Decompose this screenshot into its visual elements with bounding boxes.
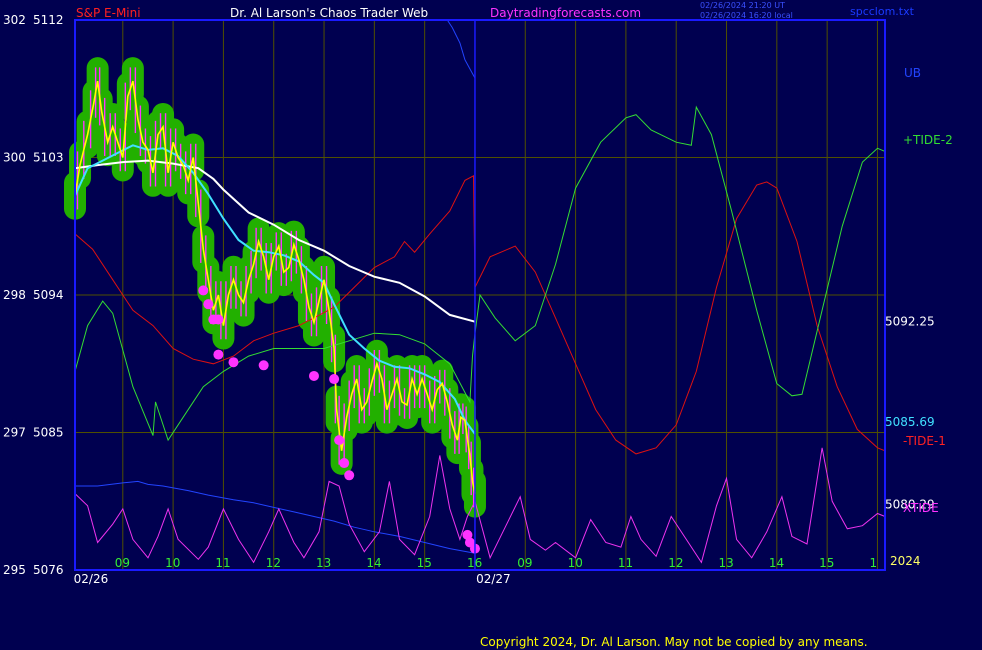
x-tick-10: 11 (618, 556, 633, 570)
pivot-dot-5 (228, 357, 239, 368)
pivot-dot-3 (213, 314, 224, 325)
x-tick-12: 13 (719, 556, 734, 570)
chart-canvas: 302 5112 300 5103 298 5094 297 5085 295 5076 09 10 1… (3, 13, 935, 586)
x-tick-11: 12 (668, 556, 683, 570)
site-title: Dr. Al Larson's Chaos Trader Web (230, 6, 429, 20)
x-tick-15: 1 (869, 556, 877, 570)
legend-tide2: +TIDE-2 (903, 133, 953, 147)
x-tick-8: 09 (517, 556, 532, 570)
x-tick-0: 09 (115, 556, 130, 570)
x-tick-5: 14 (366, 556, 381, 570)
price-band (64, 57, 486, 518)
timestamp-ut: 02/26/2024 21:20 UT (700, 1, 785, 10)
year-label: 2024 (890, 554, 921, 568)
x-tick-4: 13 (316, 556, 331, 570)
x-tick-2: 11 (215, 556, 230, 570)
x-tick-9: 10 (568, 556, 583, 570)
chart-window: 302 5112 300 5103 298 5094 297 5085 295 5076 09 10 1… (0, 0, 982, 650)
pivot-dot-11 (344, 470, 355, 481)
pivot-dot-6 (258, 360, 269, 371)
date-label-0: 02/26 (74, 572, 109, 586)
pivot-dot-4 (213, 349, 224, 360)
y-tick-tide-2: 298 (3, 288, 26, 302)
date-label-1: 02/27 (476, 572, 511, 586)
data-file-name: spcclom.txt (850, 5, 914, 18)
copyright: Copyright 2024, Dr. Al Larson. May not b… (480, 635, 868, 649)
legend-tide1: -TIDE-1 (903, 434, 946, 448)
y-tick-price-1: 5103 (33, 151, 64, 165)
y-tick-price-4: 5076 (33, 563, 64, 577)
y-tick-price-0: 5112 (33, 13, 64, 27)
legend-ub: UB (904, 66, 922, 80)
x-tick-3: 12 (266, 556, 281, 570)
right-value-0: 5092.25 (885, 315, 935, 329)
pivot-dot-0 (198, 285, 209, 296)
y-tick-price-2: 5094 (33, 288, 64, 302)
y-tick-tide-4: 295 (3, 563, 26, 577)
x-tick-6: 15 (417, 556, 432, 570)
pivot-dot-1 (203, 299, 214, 310)
pivot-dot-7 (308, 370, 319, 381)
y-tick-tide-3: 297 (3, 426, 26, 440)
legend-xtide: XTIDE (903, 501, 939, 515)
x-tick-14: 15 (819, 556, 834, 570)
pivot-dot-8 (329, 374, 340, 385)
pivot-dot-10 (339, 458, 350, 469)
y-tick-tide-1: 300 (3, 151, 26, 165)
x-tick-13: 14 (769, 556, 784, 570)
site-url[interactable]: Daytradingforecasts.com (490, 6, 641, 20)
y-tick-price-3: 5085 (33, 426, 64, 440)
right-value-1: 5085.69 (885, 415, 935, 429)
pivot-dot-9 (334, 435, 345, 446)
ub-line-upper (446, 19, 476, 79)
y-tick-tide-0: 302 (3, 13, 26, 27)
timestamp-local: 02/26/2024 16:20 local (700, 11, 793, 20)
x-tick-7: 16 (467, 556, 482, 570)
instrument-title: S&P E-Mini (76, 6, 141, 20)
x-tick-1: 10 (165, 556, 180, 570)
